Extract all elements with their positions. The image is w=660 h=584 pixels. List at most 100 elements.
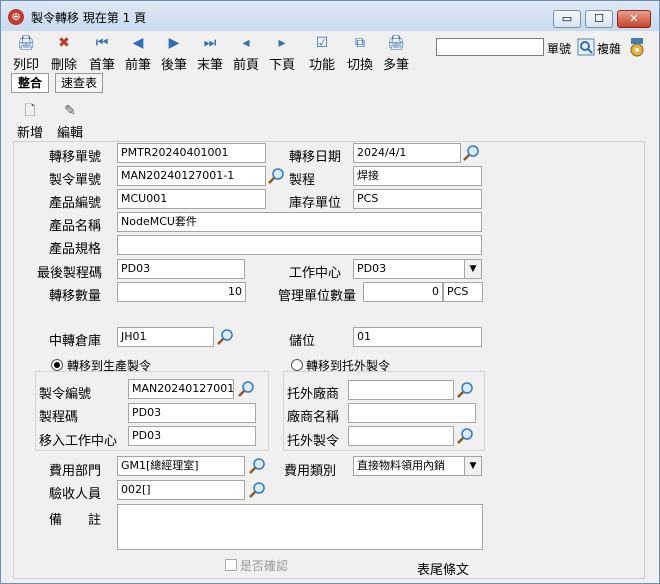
close-button[interactable]: ✕ — [617, 10, 651, 28]
product-spec-label: 產品規格 — [49, 242, 102, 257]
product-code-label: 產品編號 — [49, 196, 102, 211]
vendor-name-field[interactable] — [348, 403, 476, 423]
vendor-label: 托外廠商 — [287, 387, 340, 402]
first-icon: ⏮ — [95, 35, 109, 51]
copy-label[interactable]: 複雜 — [597, 40, 621, 57]
transfer-qty-field[interactable]: 10 — [117, 282, 246, 302]
product-spec-field[interactable] — [117, 235, 482, 255]
process-label: 製程 — [289, 173, 316, 188]
delete-icon: ✖ — [58, 35, 70, 51]
cost-dept-field[interactable]: GM1[總經理室] — [117, 456, 245, 476]
new-doc-icon: 🗋 — [24, 103, 36, 119]
gear-icon[interactable] — [627, 36, 647, 58]
last-process-field[interactable]: PD03 — [117, 259, 245, 279]
search-input[interactable] — [436, 38, 544, 56]
vendor-field[interactable] — [348, 380, 454, 400]
print-button[interactable]: 🖨 列印 — [11, 33, 41, 73]
next-page-button[interactable]: ▸ 下頁 — [267, 33, 297, 73]
radio-outsource[interactable] — [291, 359, 303, 371]
transfer-date-field[interactable]: 2024/4/1 — [353, 143, 461, 163]
tab-quick-lookup[interactable]: 速查表 — [55, 73, 103, 93]
last-process-label: 最後製程碼 — [37, 266, 103, 281]
inspector-lookup-icon[interactable] — [249, 481, 267, 499]
search-label: 單號 — [547, 42, 572, 56]
product-code-field[interactable]: MCU001 — [117, 189, 266, 209]
prev-page-button[interactable]: ◂ 前頁 — [231, 33, 261, 73]
tab-integration[interactable]: 整合 — [11, 73, 49, 93]
multi-record-button[interactable]: 🖨 多筆 — [381, 33, 411, 73]
maximize-button[interactable]: ☐ — [585, 10, 613, 28]
edit-button[interactable]: ✎ 編輯 — [55, 101, 85, 141]
warehouse-lookup-icon[interactable] — [217, 328, 235, 346]
g-process-code-label: 製程碼 — [39, 410, 79, 425]
last-icon: ⏭ — [203, 35, 217, 51]
chevron-down-icon[interactable]: ▼ — [464, 457, 481, 475]
location-label: 儲位 — [289, 334, 316, 349]
next-icon: ▶ — [168, 35, 180, 51]
cost-type-select[interactable]: 直接物料領用內銷 ▼ — [353, 456, 482, 476]
outsource-order-field[interactable] — [348, 426, 454, 446]
work-center-label: 工作中心 — [289, 266, 342, 281]
note-field[interactable] — [117, 504, 483, 550]
multi-icon: 🖨 — [387, 35, 405, 51]
date-lookup-icon[interactable] — [463, 144, 481, 162]
stock-unit-label: 庫存單位 — [289, 196, 342, 211]
delete-button[interactable]: ✖ 刪除 — [49, 33, 79, 73]
switch-button[interactable]: ⧉ 切換 — [345, 33, 375, 73]
radio-production[interactable] — [51, 359, 63, 371]
process-field[interactable]: 焊接 — [353, 166, 482, 186]
note-label: 備 註 — [49, 513, 102, 528]
function-button[interactable]: ☑ 功能 — [307, 33, 337, 73]
last-record-button[interactable]: ⏭ 末筆 — [195, 33, 225, 73]
inspector-field[interactable]: 002[] — [117, 480, 245, 500]
vendor-lookup-icon[interactable] — [457, 381, 475, 399]
new-button[interactable]: 🗋 新增 — [15, 101, 45, 141]
transfer-qty-label: 轉移數量 — [49, 289, 102, 304]
g-work-center-field[interactable]: PD03 — [128, 426, 256, 446]
order-lookup-icon[interactable] — [268, 167, 286, 185]
mgmt-qty-field[interactable]: 0 — [363, 282, 443, 302]
window-title: 製令轉移 現在第 1 頁 — [31, 11, 147, 25]
next-record-button[interactable]: ▶ 後筆 — [159, 33, 189, 73]
vendor-name-label: 廠商名稱 — [287, 410, 340, 425]
order-no-field[interactable]: MAN20240127001-1 — [117, 166, 266, 186]
transit-wh-label: 中轉倉庫 — [49, 334, 102, 349]
sub-toolbar: 🗋 新增 ✎ 編輯 — [1, 99, 659, 141]
transit-wh-field[interactable]: JH01 — [117, 327, 214, 347]
cost-type-label: 費用類別 — [284, 464, 337, 479]
search-icon[interactable] — [577, 38, 595, 56]
app-icon: ⊕ — [8, 9, 24, 25]
location-field[interactable]: 01 — [353, 327, 482, 347]
switch-icon: ⧉ — [355, 35, 365, 51]
outsource-lookup-icon[interactable] — [457, 427, 475, 445]
mgmt-unit-field[interactable]: PCS — [443, 282, 483, 302]
outsource-order-label: 托外製令 — [287, 434, 340, 449]
transfer-no-field[interactable]: PMTR20240401001 — [117, 143, 266, 163]
confirmed-label: 是否確認 — [240, 559, 289, 573]
inspector-label: 驗收人員 — [49, 487, 102, 502]
minimize-button[interactable]: ▭ — [553, 10, 581, 28]
product-name-field[interactable]: NodeMCU套件 — [117, 212, 482, 232]
edit-icon: ✎ — [64, 103, 76, 119]
stock-unit-field[interactable]: PCS — [353, 189, 482, 209]
g-process-code-field[interactable]: PD03 — [128, 403, 256, 423]
g-work-center-label: 移入工作中心 — [39, 434, 118, 449]
g-order-lookup-icon[interactable] — [238, 380, 256, 398]
title-bar: ⊕ 製令轉移 現在第 1 頁 ▭ ☐ ✕ — [1, 1, 659, 31]
app-window: ⊕ 製令轉移 現在第 1 頁 ▭ ☐ ✕ 🖨 列印 ✖ 刪除 ⏮ 首筆 ◀ 前筆 ▶ 後筆… — [0, 0, 660, 584]
first-record-button[interactable]: ⏮ 首筆 — [87, 33, 117, 73]
dept-lookup-icon[interactable] — [249, 457, 267, 475]
transfer-no-label: 轉移單號 — [49, 150, 102, 165]
confirmed-checkbox[interactable] — [225, 559, 237, 571]
g-order-no-field[interactable]: MAN20240127001-1 — [128, 379, 234, 399]
prev-page-icon: ◂ — [242, 35, 250, 51]
work-center-select[interactable]: PD03 ▼ — [353, 259, 482, 279]
maximize-icon: ☐ — [594, 12, 604, 25]
mgmt-qty-label: 管理單位數量 — [278, 289, 357, 304]
prev-record-button[interactable]: ◀ 前筆 — [123, 33, 153, 73]
next-page-icon: ▸ — [278, 35, 286, 51]
function-icon: ☑ — [315, 35, 329, 51]
chevron-down-icon[interactable]: ▼ — [464, 260, 481, 278]
cost-dept-label: 費用部門 — [49, 464, 102, 479]
minimize-icon: ▭ — [561, 12, 573, 25]
